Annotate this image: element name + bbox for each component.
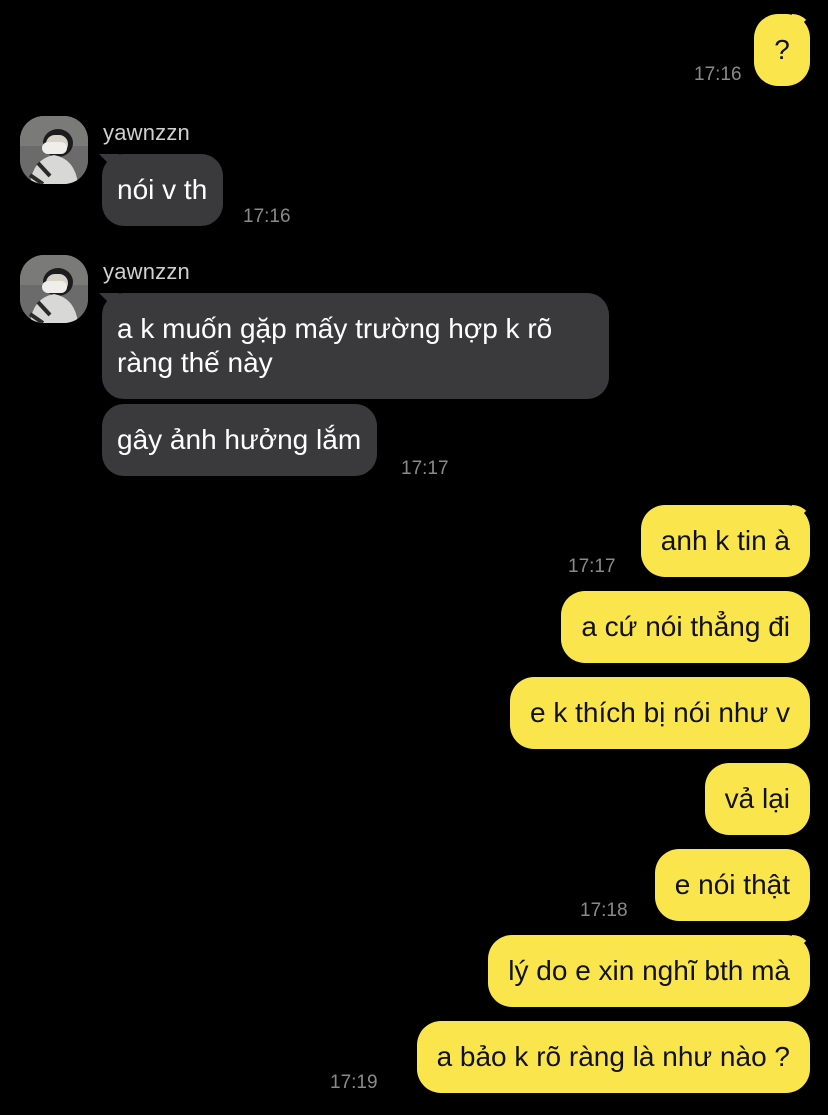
message-bubble-outgoing[interactable]: ? [754, 14, 810, 86]
contact-name: yawnzzn [103, 120, 190, 145]
message-text: gây ảnh hưởng lắm [117, 424, 362, 455]
message-bubble-incoming[interactable]: gây ảnh hưởng lắm [102, 404, 378, 476]
message-text: lý do e xin nghĩ bth mà [508, 955, 790, 986]
message-text: e nói thật [674, 869, 790, 900]
message-bubble-outgoing[interactable]: e k thích bị nói như v [510, 677, 810, 749]
message-text: a bảo k rõ ràng là như nào ? [436, 1041, 790, 1072]
message-bubble-outgoing[interactable]: anh k tin à [640, 505, 810, 577]
message-bubble-outgoing[interactable]: lý do e xin nghĩ bth mà [488, 935, 810, 1007]
message-text: vả lại [724, 783, 790, 814]
user-avatar-photo-icon [20, 255, 88, 323]
contact-name: yawnzzn [103, 259, 190, 284]
contact-avatar[interactable] [20, 116, 88, 184]
message-text: anh k tin à [660, 525, 790, 556]
chat-thread[interactable]: ? 17:16 yawnzzn nói v th 17:16 yawnzzn a… [0, 0, 828, 1115]
message-bubble-incoming[interactable]: a k muốn gặp mấy trường hợp k rõ ràng th… [102, 293, 609, 399]
message-timestamp: 17:18 [580, 900, 628, 921]
message-timestamp: 17:17 [568, 556, 616, 577]
message-timestamp: 17:16 [694, 64, 742, 85]
message-text: a cứ nói thẳng đi [581, 611, 790, 642]
message-timestamp: 17:19 [330, 1072, 378, 1093]
message-bubble-outgoing[interactable]: vả lại [704, 763, 810, 835]
message-bubble-incoming[interactable]: nói v th [102, 154, 224, 226]
message-bubble-outgoing[interactable]: a cứ nói thẳng đi [561, 591, 810, 663]
message-bubble-outgoing[interactable]: a bảo k rõ ràng là như nào ? [416, 1021, 810, 1093]
contact-avatar[interactable] [20, 255, 88, 323]
message-text: nói v th [117, 174, 208, 205]
message-timestamp: 17:16 [243, 206, 291, 227]
message-text: a k muốn gặp mấy trường hợp k rõ ràng th… [117, 313, 553, 378]
message-timestamp: 17:17 [401, 458, 449, 479]
message-bubble-outgoing[interactable]: e nói thật [654, 849, 810, 921]
user-avatar-photo-icon [20, 116, 88, 184]
message-text: e k thích bị nói như v [530, 697, 790, 728]
message-text: ? [774, 34, 790, 65]
